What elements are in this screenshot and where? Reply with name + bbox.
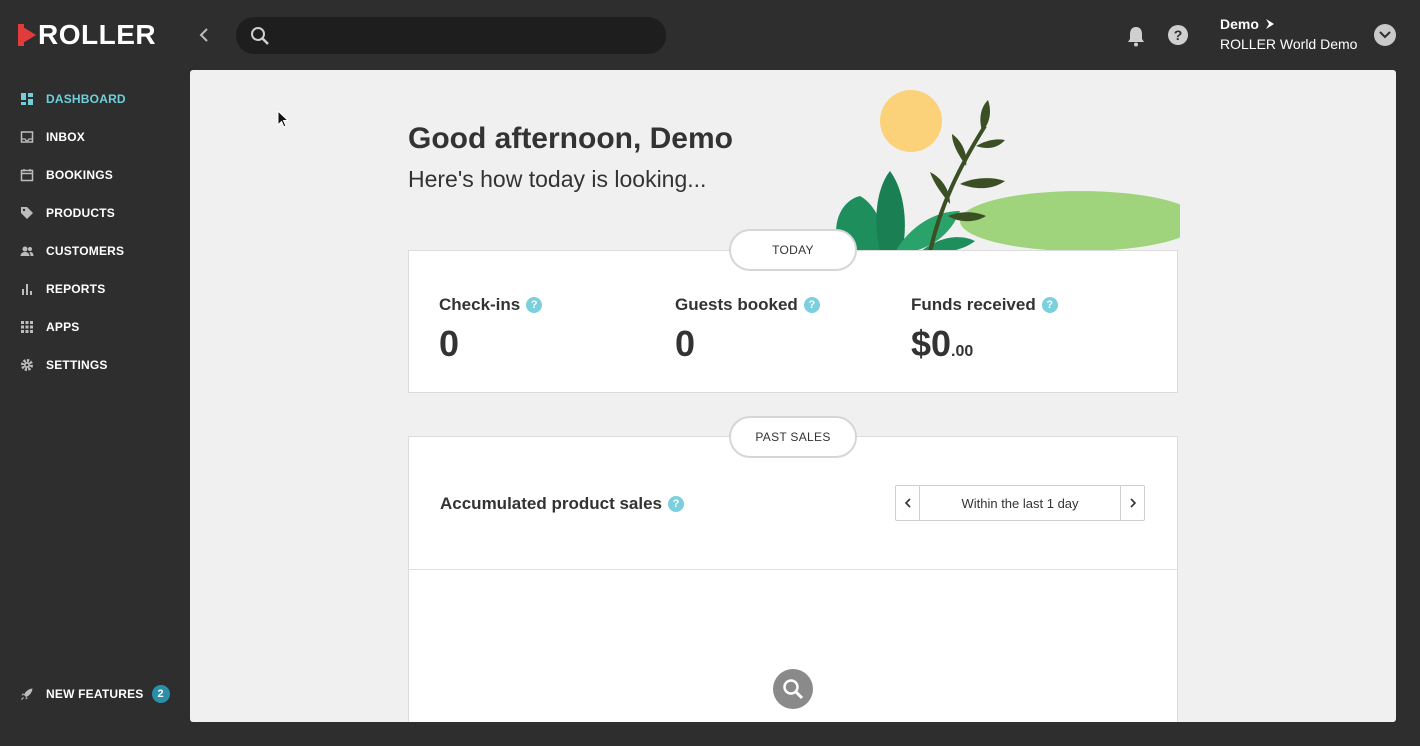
tag-icon: [21, 207, 33, 219]
roller-logo-mark-icon: [18, 24, 36, 46]
mouse-cursor-icon: [277, 110, 289, 128]
search-icon: [251, 27, 269, 45]
logo-text: ROLLER: [38, 19, 157, 50]
sidebar-item-label: CUSTOMERS: [46, 244, 125, 258]
stat-label: Guests booked: [675, 295, 798, 314]
chevron-left-icon: [904, 498, 911, 508]
sidebar-item-label: DASHBOARD: [46, 92, 126, 106]
sidebar-item-reports[interactable]: REPORTS: [20, 277, 105, 301]
sidebar-item-label: BOOKINGS: [46, 168, 113, 182]
collapse-sidebar-button[interactable]: [194, 24, 214, 46]
stat-label-row: Guests booked ?: [675, 295, 820, 315]
plants-sun-illustration: [836, 90, 1180, 252]
svg-text:?: ?: [1174, 27, 1183, 43]
stat-value: 0: [439, 323, 460, 364]
inbox-icon: [20, 131, 34, 143]
range-next-button[interactable]: [1120, 486, 1144, 520]
sidebar: DASHBOARD INBOX BOOKINGS PRODUCTS CUSTOM…: [0, 70, 190, 746]
past-sales-title-row: Accumulated product sales ?: [440, 494, 685, 514]
search-icon: [783, 679, 804, 700]
question-help-icon[interactable]: ?: [803, 297, 820, 313]
stat-guests-booked: Guests booked ? 0: [675, 295, 820, 365]
notifications-bell-icon[interactable]: [1126, 25, 1146, 47]
rocket-icon: [21, 688, 33, 700]
past-sales-title: Accumulated product sales: [440, 494, 663, 513]
page-title: Good afternoon, Demo: [408, 122, 733, 155]
sidebar-item-products[interactable]: PRODUCTS: [20, 201, 115, 225]
question-help-icon[interactable]: ?: [1041, 297, 1058, 313]
stat-funds-received: Funds received ? $0.00: [911, 295, 1058, 365]
today-stats-card: Check-ins ? 0 Guests booked ? 0 Funds re…: [408, 250, 1178, 393]
stat-check-ins: Check-ins ? 0: [439, 295, 543, 365]
question-help-icon[interactable]: ?: [668, 496, 685, 512]
gear-icon: [21, 359, 33, 371]
search-bar[interactable]: [236, 17, 666, 54]
top-bar: ROLLER ? Demo ROLLER World Demo: [0, 0, 1420, 70]
past-sales-pill: PAST SALES: [729, 416, 857, 458]
stat-value-row: $0.00: [911, 323, 1058, 365]
stat-label: Funds received: [911, 295, 1036, 314]
dashboard-icon: [21, 93, 33, 105]
account-info[interactable]: Demo ROLLER World Demo: [1220, 16, 1357, 52]
sidebar-item-label: APPS: [46, 320, 80, 334]
calendar-icon: [20, 169, 34, 182]
new-features-badge: 2: [151, 685, 170, 703]
sidebar-item-label: INBOX: [46, 130, 86, 144]
sidebar-item-customers[interactable]: CUSTOMERS: [20, 239, 124, 263]
sidebar-item-settings[interactable]: SETTINGS: [20, 353, 108, 377]
sidebar-item-label: NEW FEATURES: [46, 687, 144, 701]
stat-value-cents: .00: [951, 343, 974, 360]
stat-label: Check-ins: [439, 295, 521, 314]
range-label[interactable]: Within the last 1 day: [920, 486, 1120, 520]
stat-label-row: Funds received ?: [911, 295, 1058, 315]
dashboard-main: Good afternoon, Demo Here's how today is…: [190, 70, 1396, 722]
sidebar-item-label: REPORTS: [46, 282, 106, 296]
search-input[interactable]: [282, 23, 652, 48]
sidebar-item-dashboard[interactable]: DASHBOARD: [20, 87, 126, 111]
sidebar-item-inbox[interactable]: INBOX: [20, 125, 85, 149]
account-menu-button[interactable]: [1374, 24, 1396, 46]
sidebar-item-bookings[interactable]: BOOKINGS: [20, 163, 113, 187]
account-venue: ROLLER World Demo: [1220, 36, 1358, 52]
chevron-down-icon: [1379, 31, 1391, 39]
past-sales-card: Accumulated product sales ? Within the l…: [408, 436, 1178, 722]
page-subtitle: Here's how today is looking...: [408, 166, 707, 192]
stat-value: 0: [675, 323, 696, 364]
help-icon[interactable]: ?: [1167, 24, 1189, 46]
loading-search-indicator: [773, 669, 813, 709]
roller-small-icon: [1265, 19, 1274, 29]
range-prev-button[interactable]: [896, 486, 920, 520]
stat-label-row: Check-ins ?: [439, 295, 543, 315]
roller-logo[interactable]: ROLLER: [18, 19, 157, 50]
sidebar-item-label: PRODUCTS: [46, 206, 115, 220]
sidebar-item-new-features[interactable]: NEW FEATURES 2: [20, 682, 170, 706]
account-name-row: Demo: [1220, 16, 1357, 32]
sidebar-item-apps[interactable]: APPS: [20, 315, 79, 339]
stat-value: $0: [911, 323, 952, 364]
today-pill: TODAY: [729, 229, 857, 271]
date-range-selector: Within the last 1 day: [895, 485, 1145, 521]
apps-grid-icon: [21, 321, 33, 333]
sidebar-item-label: SETTINGS: [46, 358, 108, 372]
divider: [409, 569, 1177, 570]
question-help-icon[interactable]: ?: [526, 297, 543, 313]
people-icon: [20, 246, 34, 256]
chevron-left-icon: [199, 28, 208, 42]
chevron-right-icon: [1129, 498, 1136, 508]
account-name: Demo: [1220, 16, 1259, 32]
bar-chart-icon: [22, 284, 32, 295]
